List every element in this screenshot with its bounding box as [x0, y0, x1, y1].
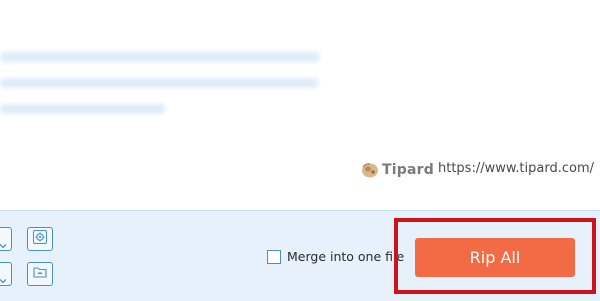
- tipard-logo-icon: [361, 161, 379, 179]
- faded-background-text: [0, 50, 330, 120]
- app-window: Tipard https://www.tipard.com/ Merge int…: [0, 0, 600, 301]
- chevron-down-icon: [0, 235, 7, 254]
- gear-icon: [32, 229, 48, 249]
- brand-url[interactable]: https://www.tipard.com/: [438, 161, 594, 176]
- bottom-toolbar: Merge into one file Rip All: [0, 210, 600, 301]
- folder-icon: [32, 264, 48, 284]
- merge-label: Merge into one file: [287, 249, 405, 264]
- brand-name: Tipard: [382, 162, 434, 178]
- output-folder-dropdown[interactable]: [0, 262, 12, 286]
- output-format-dropdown[interactable]: [0, 227, 12, 251]
- brand-logo: Tipard: [361, 159, 434, 181]
- merge-checkbox[interactable]: [267, 249, 281, 264]
- rip-all-button[interactable]: Rip All: [415, 238, 575, 277]
- open-folder-button[interactable]: [27, 262, 53, 286]
- chevron-down-icon: [0, 270, 7, 289]
- merge-into-one-file[interactable]: Merge into one file: [267, 249, 404, 264]
- main-content-area: Tipard https://www.tipard.com/: [0, 0, 600, 210]
- settings-button[interactable]: [27, 227, 53, 251]
